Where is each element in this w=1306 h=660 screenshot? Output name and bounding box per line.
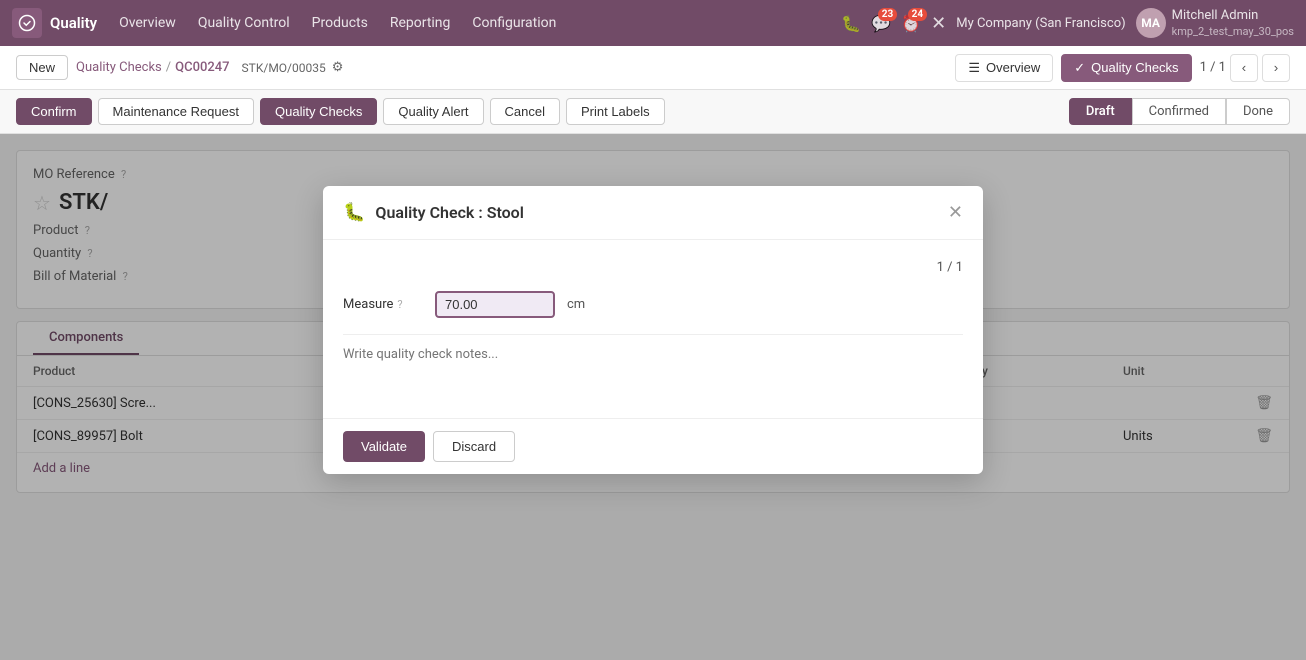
menu-reporting[interactable]: Reporting — [380, 11, 461, 35]
quality-checks-nav-btn[interactable]: ✓ Quality Checks — [1061, 54, 1191, 82]
breadcrumb-sub-ref: STK/MO/00035 — [242, 61, 326, 75]
measure-input[interactable] — [435, 291, 555, 318]
settings-icon[interactable]: ⚙ — [332, 60, 344, 75]
menu-products[interactable]: Products — [302, 11, 378, 35]
bug-icon[interactable]: 🐛 — [841, 14, 861, 33]
validate-button[interactable]: Validate — [343, 431, 425, 462]
breadcrumb: Quality Checks / QC00247 STK/MO/00035 ⚙ — [76, 60, 343, 75]
modal-title: Quality Check : Stool — [375, 203, 937, 222]
menu-configuration[interactable]: Configuration — [462, 11, 566, 35]
breadcrumb-right: ☰ Overview ✓ Quality Checks 1 / 1 ‹ › — [955, 54, 1290, 82]
user-name: Mitchell Admin — [1172, 8, 1294, 25]
new-button[interactable]: New — [16, 55, 68, 80]
status-confirmed[interactable]: Confirmed — [1132, 98, 1226, 125]
overview-nav-btn[interactable]: ☰ Overview — [955, 54, 1053, 82]
next-record-button[interactable]: › — [1262, 54, 1290, 82]
action-toolbar: Confirm Maintenance Request Quality Chec… — [0, 90, 1306, 134]
app-logo[interactable] — [12, 8, 42, 38]
clock-icon[interactable]: ⏰ 24 — [901, 14, 921, 33]
measure-row: Measure ? cm — [343, 291, 963, 318]
measure-unit: cm — [567, 297, 585, 312]
main-content: MO Reference ? ☆ STK/ Product ? Quantity… — [0, 134, 1306, 660]
quality-alert-button[interactable]: Quality Alert — [383, 98, 483, 125]
company-name: My Company (San Francisco) — [956, 16, 1125, 31]
menu-quality-control[interactable]: Quality Control — [188, 11, 300, 35]
record-position: 1 / 1 — [1200, 60, 1226, 75]
breadcrumb-current-id[interactable]: QC00247 — [175, 60, 229, 75]
user-menu[interactable]: MA Mitchell Admin kmp_2_test_may_30_pos — [1136, 8, 1294, 38]
list-icon: ☰ — [968, 60, 980, 76]
check-icon: ✓ — [1074, 60, 1085, 76]
clock-badge: 24 — [908, 8, 927, 21]
modal-counter: 1 / 1 — [343, 260, 963, 275]
status-bar: Draft Confirmed Done — [1069, 98, 1290, 125]
user-tag: kmp_2_test_may_30_pos — [1172, 25, 1294, 38]
cancel-button[interactable]: Cancel — [490, 98, 560, 125]
notes-textarea[interactable] — [343, 334, 963, 394]
top-menu: Overview Quality Control Products Report… — [109, 11, 566, 35]
chat-icon[interactable]: 💬 23 — [871, 14, 891, 33]
modal-header: 🐛 Quality Check : Stool ✕ — [323, 186, 983, 240]
measure-help-icon: ? — [397, 298, 402, 311]
breadcrumb-bar: New Quality Checks / QC00247 STK/MO/0003… — [0, 46, 1306, 90]
chat-badge: 23 — [878, 8, 897, 21]
modal-body: 1 / 1 Measure ? cm — [323, 240, 983, 418]
app-name: Quality — [50, 14, 97, 32]
discard-button[interactable]: Discard — [433, 431, 515, 462]
modal-footer: Validate Discard — [323, 418, 983, 474]
top-navigation: Quality Overview Quality Control Product… — [0, 0, 1306, 46]
print-labels-button[interactable]: Print Labels — [566, 98, 665, 125]
quality-checks-button[interactable]: Quality Checks — [260, 98, 377, 125]
status-done[interactable]: Done — [1226, 98, 1290, 125]
status-draft[interactable]: Draft — [1069, 98, 1132, 125]
modal-overlay: 🐛 Quality Check : Stool ✕ 1 / 1 Measure … — [0, 134, 1306, 660]
topnav-right: 🐛 💬 23 ⏰ 24 ✕ My Company (San Francisco)… — [841, 8, 1294, 38]
maintenance-request-button[interactable]: Maintenance Request — [98, 98, 254, 125]
modal-bug-icon: 🐛 — [343, 202, 365, 223]
menu-overview[interactable]: Overview — [109, 11, 186, 35]
modal-close-button[interactable]: ✕ — [948, 202, 963, 223]
prev-record-button[interactable]: ‹ — [1230, 54, 1258, 82]
close-icon[interactable]: ✕ — [931, 13, 946, 34]
breadcrumb-separator: / — [166, 60, 171, 75]
confirm-button[interactable]: Confirm — [16, 98, 92, 125]
user-info: Mitchell Admin kmp_2_test_may_30_pos — [1172, 8, 1294, 38]
record-navigation: 1 / 1 ‹ › — [1200, 54, 1290, 82]
breadcrumb-parent[interactable]: Quality Checks — [76, 60, 162, 75]
quality-check-modal: 🐛 Quality Check : Stool ✕ 1 / 1 Measure … — [323, 186, 983, 474]
avatar: MA — [1136, 8, 1166, 38]
measure-label: Measure ? — [343, 297, 423, 312]
